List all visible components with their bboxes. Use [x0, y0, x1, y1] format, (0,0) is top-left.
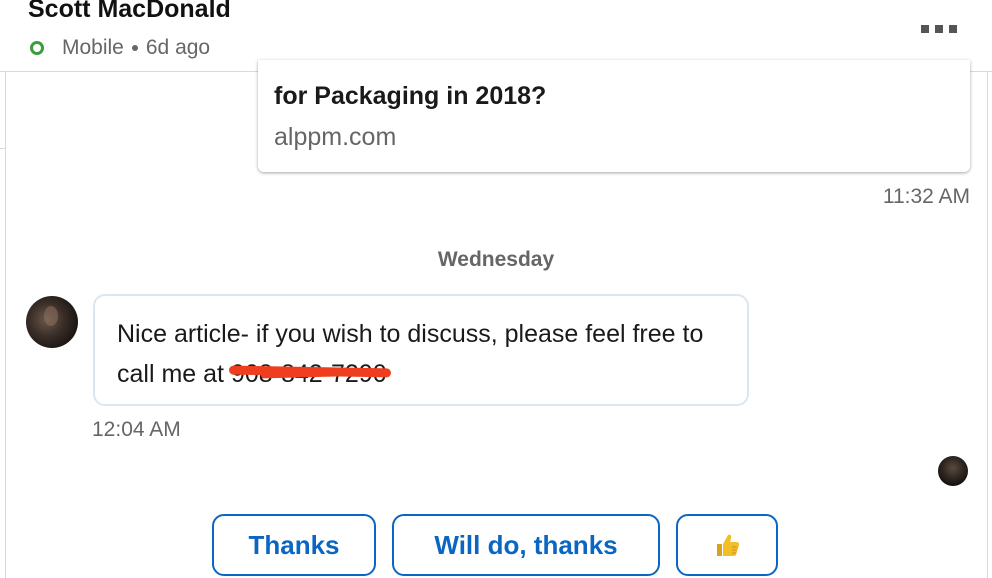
thumbs-up-icon	[713, 531, 741, 559]
right-border	[987, 0, 988, 578]
link-preview-title: for Packaging in 2018?	[274, 82, 547, 110]
message-bubble: Nice article- if you wish to discuss, pl…	[93, 294, 749, 406]
link-preview-domain: alppm.com	[274, 123, 397, 151]
read-receipt-avatar	[938, 456, 968, 486]
separator-dot	[131, 45, 138, 51]
messaging-window: Scott MacDonald Mobile 6d ago for Packag…	[0, 0, 992, 578]
message-text: Nice article- if you wish to discuss, pl…	[117, 314, 737, 394]
quick-reply-will-do-thanks[interactable]: Will do, thanks	[392, 514, 660, 576]
quick-reply-thumbs-up[interactable]	[676, 514, 778, 576]
last-active: 6d ago	[145, 36, 211, 59]
presence-label: Mobile	[62, 36, 124, 59]
message-timestamp: 11:32 AM	[882, 185, 970, 208]
more-icon-dot	[949, 25, 957, 33]
quick-reply-thanks[interactable]: Thanks	[212, 514, 376, 576]
avatar[interactable]	[26, 296, 78, 348]
contact-name[interactable]: Scott MacDonald	[28, 0, 231, 24]
presence-status: Mobile 6d ago	[28, 36, 210, 60]
more-icon	[921, 25, 929, 33]
link-preview-card[interactable]: for Packaging in 2018? alppm.com	[258, 60, 970, 172]
left-border	[5, 0, 6, 578]
more-options-button[interactable]	[914, 15, 964, 43]
divider	[0, 148, 5, 149]
more-icon-dot	[935, 25, 943, 33]
thumbs-up-svg	[717, 534, 740, 556]
redacted-phone-number: 908-842-7290	[228, 354, 391, 394]
message-body: Nice article- if you wish to discuss, pl…	[117, 320, 704, 388]
message-timestamp: 12:04 AM	[92, 418, 181, 441]
presence-icon	[30, 41, 44, 55]
date-divider: Wednesday	[437, 248, 555, 271]
